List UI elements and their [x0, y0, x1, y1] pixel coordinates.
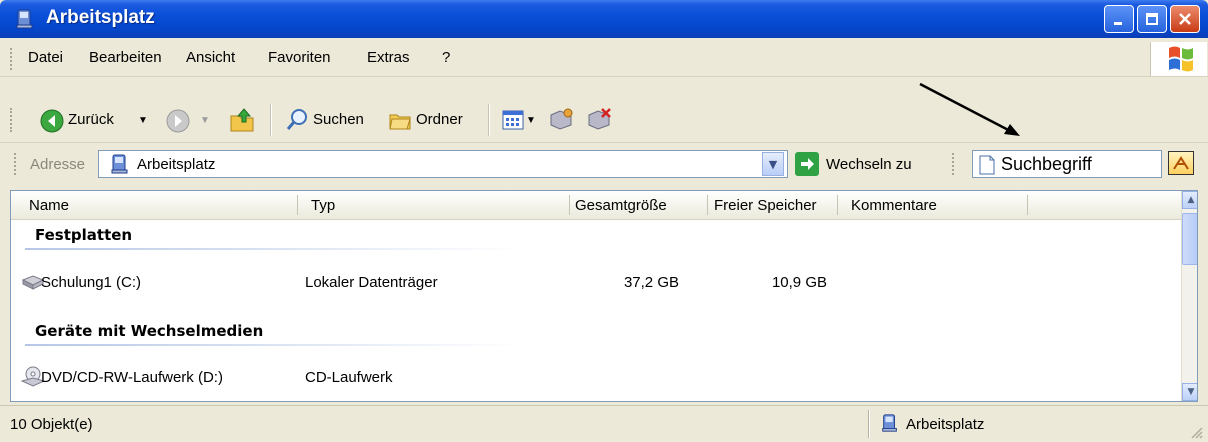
column-divider[interactable] [707, 195, 708, 215]
menu-ansicht[interactable]: Ansicht [186, 49, 235, 66]
go-arrow-icon [801, 158, 814, 170]
address-bar: Adresse Arbeitsplatz ▼ Wechseln zu Suchb… [0, 145, 1208, 183]
search-go-button[interactable] [1168, 151, 1194, 175]
folders-button[interactable]: Ordner [416, 111, 463, 128]
search-term-input[interactable]: Suchbegriff [972, 150, 1162, 178]
row-name: DVD/CD-RW-Laufwerk (D:) [41, 369, 223, 386]
scroll-down-button[interactable]: ▼ [1182, 383, 1197, 401]
row-total-size: 37,2 GB [623, 274, 679, 291]
row-name: Schulung1 (C:) [41, 274, 142, 291]
menu-bar: Datei Bearbeiten Ansicht Favoriten Extra… [0, 40, 1208, 77]
views-icon[interactable] [502, 109, 524, 131]
column-header-name[interactable]: Name [29, 197, 69, 214]
search-button[interactable]: Suchen [313, 111, 364, 128]
menu-datei[interactable]: Datei [28, 49, 63, 66]
folder-up-icon[interactable] [228, 106, 256, 134]
row-free-space: 10,9 GB [771, 274, 827, 291]
go-button[interactable] [795, 152, 819, 176]
column-header-comments[interactable]: Kommentare [851, 197, 937, 214]
computer-icon [16, 9, 33, 29]
address-dropdown-button[interactable]: ▼ [762, 152, 784, 176]
toolbar-separator [488, 104, 490, 136]
scroll-thumb[interactable] [1182, 213, 1197, 265]
menu-grip [10, 48, 15, 70]
group-header-removable-devices: Geräte mit Wechselmedien [35, 322, 264, 340]
forward-dropdown-icon[interactable]: ▼ [200, 115, 210, 126]
group-header-hard-drives: Festplatten [35, 226, 133, 244]
menu-bearbeiten[interactable]: Bearbeiten [89, 49, 162, 66]
row-type: CD-Laufwerk [305, 369, 393, 386]
minimize-icon [1114, 22, 1122, 25]
search-term-value: Suchbegriff [1001, 154, 1092, 174]
back-button[interactable]: Zurück [68, 111, 114, 128]
chevron-down-icon: ▼ [1187, 387, 1195, 397]
go-label[interactable]: Wechseln zu [826, 156, 912, 173]
maximize-icon [1146, 13, 1158, 25]
status-bar: 10 Objekt(e) Arbeitsplatz [0, 405, 1208, 442]
resize-grip-icon[interactable] [1188, 424, 1204, 440]
views-dropdown-icon[interactable]: ▼ [526, 115, 536, 126]
maximize-button[interactable] [1137, 5, 1167, 33]
chevron-up-icon: ▲ [1187, 195, 1195, 205]
address-label: Adresse [30, 156, 86, 173]
folders-icon[interactable] [388, 108, 412, 132]
row-type: Lokaler Datenträger [305, 274, 438, 291]
disconnect-network-drive-icon[interactable] [586, 107, 612, 131]
window-title: Arbeitsplatz [46, 7, 155, 28]
back-arrow-icon[interactable] [40, 109, 64, 133]
column-header-total-size[interactable]: Gesamtgröße [575, 197, 667, 214]
status-divider [868, 410, 870, 438]
toolbar-separator [270, 104, 272, 136]
list-header: Name Typ Gesamtgröße Freier Speicher Kom… [11, 191, 1181, 220]
status-object-count: 10 Objekt(e) [10, 416, 93, 433]
column-divider[interactable] [1027, 195, 1028, 215]
scroll-up-button[interactable]: ▲ [1182, 191, 1197, 209]
computer-icon [882, 414, 897, 432]
annotation-arrow [919, 82, 1020, 136]
search-grip [952, 153, 957, 175]
file-list-view[interactable]: Name Typ Gesamtgröße Freier Speicher Kom… [10, 190, 1198, 402]
menu-favoriten[interactable]: Favoriten [268, 49, 331, 66]
title-bar[interactable]: Arbeitsplatz [0, 0, 1208, 38]
search-go-icon [1173, 156, 1189, 170]
column-header-free-space[interactable]: Freier Speicher [714, 197, 817, 214]
toolbar-grip [10, 108, 15, 132]
status-location: Arbeitsplatz [906, 416, 985, 433]
address-grip [14, 153, 19, 175]
group-divider [25, 248, 525, 250]
windows-logo [1150, 42, 1207, 76]
column-divider[interactable] [837, 195, 838, 215]
search-icon[interactable] [285, 108, 309, 132]
column-header-type[interactable]: Typ [311, 197, 335, 214]
chevron-down-icon: ▼ [768, 157, 778, 171]
address-input[interactable]: Arbeitsplatz [98, 150, 788, 178]
column-divider[interactable] [297, 195, 298, 215]
forward-arrow-icon[interactable] [166, 109, 190, 133]
document-icon [979, 155, 995, 175]
menu-help[interactable]: ? [442, 49, 450, 66]
group-divider [25, 344, 525, 346]
column-divider[interactable] [569, 195, 570, 215]
close-icon [1179, 13, 1191, 25]
address-value: Arbeitsplatz [137, 156, 216, 173]
menu-extras[interactable]: Extras [367, 49, 410, 66]
close-button[interactable] [1170, 5, 1200, 33]
back-dropdown-icon[interactable]: ▼ [138, 115, 148, 126]
vertical-scrollbar[interactable]: ▲ ▼ [1181, 191, 1197, 401]
minimize-button[interactable] [1104, 5, 1134, 33]
map-network-drive-icon[interactable] [548, 107, 574, 131]
computer-icon [111, 154, 128, 174]
explorer-window: Arbeitsplatz Datei Bearbeiten Ansicht Fa… [0, 0, 1208, 442]
windows-flag-icon [1169, 46, 1193, 72]
